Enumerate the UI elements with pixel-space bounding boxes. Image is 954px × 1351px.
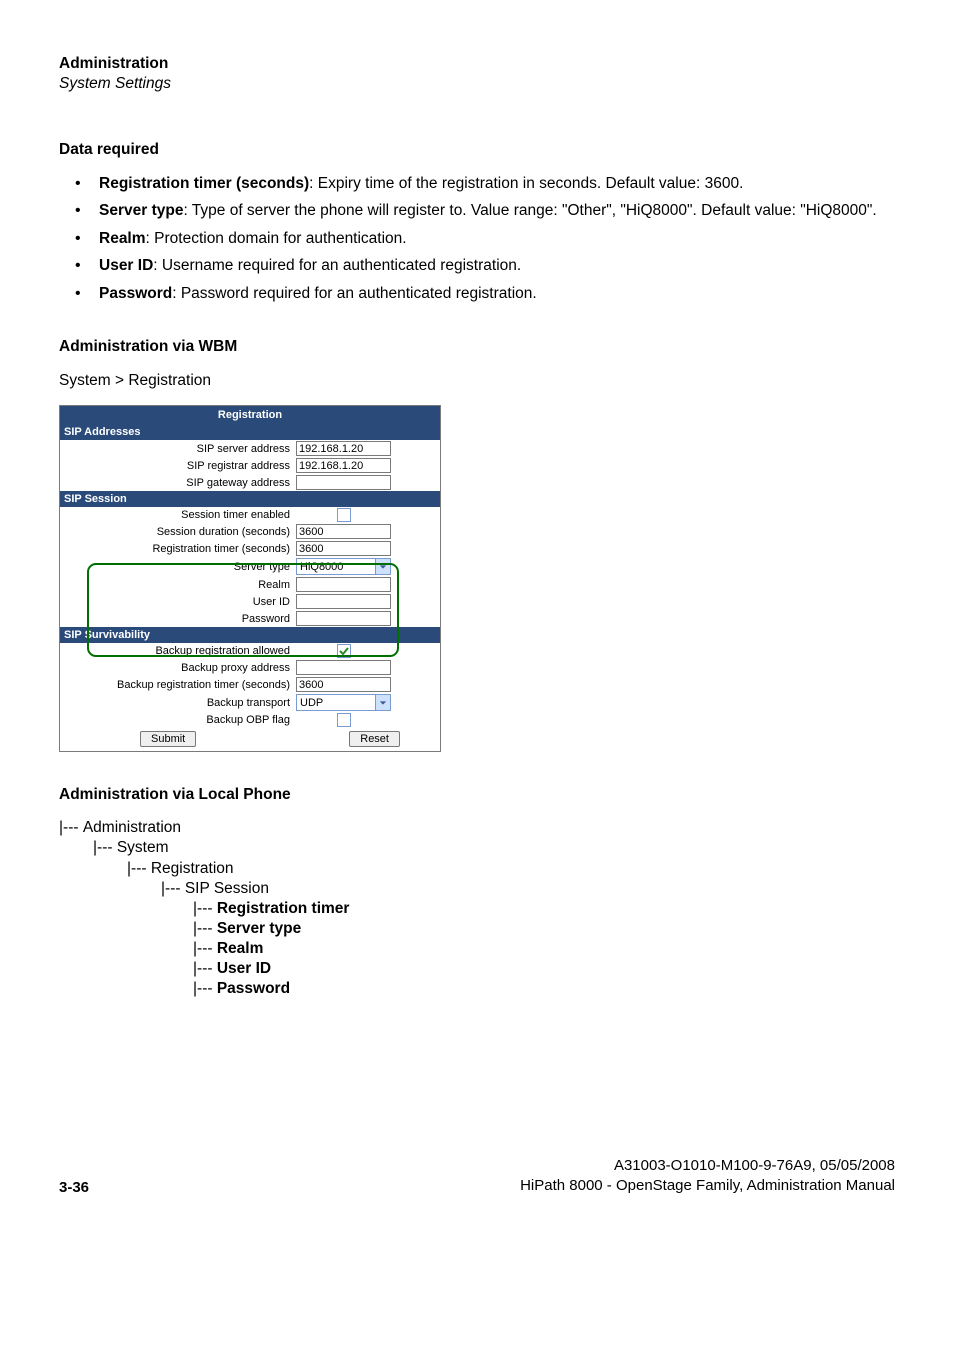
page-header-title: Administration xyxy=(59,55,895,73)
row-backup-registration-allowed: Backup registration allowed xyxy=(60,643,440,659)
row-backup-obp-flag: Backup OBP flag xyxy=(60,712,440,728)
list-item: Registration timer (seconds): Expiry tim… xyxy=(59,173,895,194)
item-text: : Protection domain for authentication. xyxy=(146,230,407,247)
field-label: Backup proxy address xyxy=(60,662,296,674)
data-required-list: Registration timer (seconds): Expiry tim… xyxy=(59,173,895,304)
field-label: Session timer enabled xyxy=(60,509,296,521)
field-label: SIP registrar address xyxy=(60,460,296,472)
field-label: SIP server address xyxy=(60,443,296,455)
item-label: Realm xyxy=(99,230,146,247)
row-sip-gateway-address: SIP gateway address xyxy=(60,474,440,491)
session-duration-input[interactable] xyxy=(296,524,391,539)
backup-proxy-address-input[interactable] xyxy=(296,660,391,675)
list-item: Realm: Protection domain for authenticat… xyxy=(59,228,895,249)
menu-tree: |--- Administration |--- System |--- Reg… xyxy=(59,818,895,999)
registration-timer-input[interactable] xyxy=(296,541,391,556)
item-label: Server type xyxy=(99,202,183,219)
data-required-heading: Data required xyxy=(59,141,895,159)
panel-title: Registration xyxy=(60,406,440,424)
chevron-down-icon xyxy=(375,559,390,574)
local-phone-heading: Administration via Local Phone xyxy=(59,786,895,804)
row-backup-transport: Backup transport UDP xyxy=(60,693,440,712)
submit-button[interactable]: Submit xyxy=(140,731,196,747)
footer-line2: HiPath 8000 - OpenStage Family, Administ… xyxy=(520,1176,895,1196)
item-text: : Type of server the phone will register… xyxy=(183,202,876,219)
item-text: : Password required for an authenticated… xyxy=(172,285,536,302)
item-label: Password xyxy=(99,285,172,302)
tree-node-password: Password xyxy=(217,980,290,997)
tree-node-user-id: User ID xyxy=(217,960,271,977)
footer-line1: A31003-O1010-M100-9-76A9, 05/05/2008 xyxy=(520,1156,895,1176)
tree-node-realm: Realm xyxy=(217,940,264,957)
backup-obp-flag-checkbox[interactable] xyxy=(337,713,351,727)
field-label: SIP gateway address xyxy=(60,477,296,489)
sip-server-address-input[interactable] xyxy=(296,441,391,456)
field-label: User ID xyxy=(60,596,296,608)
sip-gateway-address-input[interactable] xyxy=(296,475,391,490)
row-registration-timer: Registration timer (seconds) xyxy=(60,540,440,557)
item-label: User ID xyxy=(99,257,153,274)
field-label: Backup registration timer (seconds) xyxy=(60,679,296,691)
field-label: Backup OBP flag xyxy=(60,714,296,726)
page-header-subtitle: System Settings xyxy=(59,75,895,93)
field-label: Server type xyxy=(60,561,296,573)
item-text: : Username required for an authenticated… xyxy=(153,257,521,274)
row-sip-registrar-address: SIP registrar address xyxy=(60,457,440,474)
user-id-input[interactable] xyxy=(296,594,391,609)
row-user-id: User ID xyxy=(60,593,440,610)
section-sip-addresses: SIP Addresses xyxy=(60,424,440,440)
reset-button[interactable]: Reset xyxy=(349,731,400,747)
page-number: 3-36 xyxy=(59,1179,89,1196)
server-type-select[interactable]: HiQ8000 xyxy=(296,558,391,575)
wbm-heading: Administration via WBM xyxy=(59,338,895,356)
chevron-down-icon xyxy=(375,695,390,710)
registration-panel: Registration SIP Addresses SIP server ad… xyxy=(59,405,441,752)
select-value: UDP xyxy=(300,697,323,709)
section-sip-survivability: SIP Survivability xyxy=(60,627,440,643)
list-item: Password: Password required for an authe… xyxy=(59,283,895,304)
tree-node-sip-session: SIP Session xyxy=(185,880,269,897)
row-realm: Realm xyxy=(60,576,440,593)
list-item: User ID: Username required for an authen… xyxy=(59,255,895,276)
sip-registrar-address-input[interactable] xyxy=(296,458,391,473)
tree-node-registration-timer: Registration timer xyxy=(217,900,350,917)
password-input[interactable] xyxy=(296,611,391,626)
row-backup-registration-timer: Backup registration timer (seconds) xyxy=(60,676,440,693)
field-label: Registration timer (seconds) xyxy=(60,543,296,555)
select-value: HiQ8000 xyxy=(300,561,343,573)
row-session-duration: Session duration (seconds) xyxy=(60,523,440,540)
page-footer: 3-36 A31003-O1010-M100-9-76A9, 05/05/200… xyxy=(59,1156,895,1197)
field-label: Session duration (seconds) xyxy=(60,526,296,538)
wbm-breadcrumb: System > Registration xyxy=(59,370,895,391)
field-label: Backup transport xyxy=(60,697,296,709)
backup-registration-timer-input[interactable] xyxy=(296,677,391,692)
backup-transport-select[interactable]: UDP xyxy=(296,694,391,711)
section-sip-session: SIP Session xyxy=(60,491,440,507)
list-item: Server type: Type of server the phone wi… xyxy=(59,200,895,221)
item-text: : Expiry time of the registration in sec… xyxy=(309,175,743,192)
row-session-timer-enabled: Session timer enabled xyxy=(60,507,440,523)
field-label: Password xyxy=(60,613,296,625)
backup-registration-allowed-checkbox[interactable] xyxy=(337,644,351,658)
field-label: Backup registration allowed xyxy=(60,645,296,657)
field-label: Realm xyxy=(60,579,296,591)
row-server-type: Server type HiQ8000 xyxy=(60,557,440,576)
realm-input[interactable] xyxy=(296,577,391,592)
tree-node-server-type: Server type xyxy=(217,920,301,937)
tree-node-system: System xyxy=(117,839,169,856)
row-password: Password xyxy=(60,610,440,627)
row-backup-proxy-address: Backup proxy address xyxy=(60,659,440,676)
row-sip-server-address: SIP server address xyxy=(60,440,440,457)
tree-node-registration: Registration xyxy=(151,860,234,877)
session-timer-enabled-checkbox[interactable] xyxy=(337,508,351,522)
item-label: Registration timer (seconds) xyxy=(99,175,309,192)
tree-node-administration: Administration xyxy=(83,819,181,836)
